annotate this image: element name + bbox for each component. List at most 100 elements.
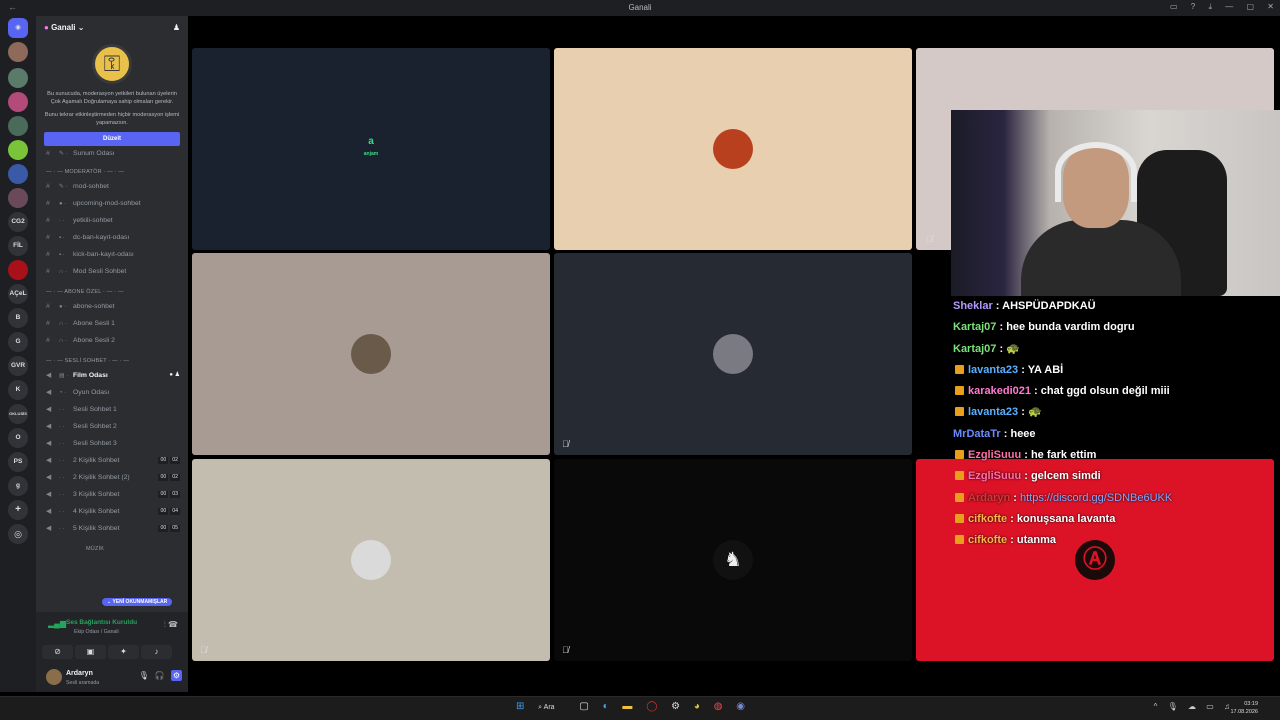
close-icon[interactable]: ✕ <box>1267 2 1274 11</box>
chat-link[interactable]: https://discord.gg/SDNBe6UKK <box>1020 492 1172 504</box>
voice-channel-item[interactable]: ◀ · · 5 Kişilik Sohbet 00 05 <box>36 520 188 537</box>
username[interactable]: Ardaryn <box>66 670 93 677</box>
opera-icon[interactable]: ◯ <box>646 701 657 712</box>
server-icon[interactable]: OKLUSİS <box>8 404 28 424</box>
server-icon[interactable] <box>8 92 28 112</box>
inbox-icon[interactable]: ▭ <box>1170 2 1178 11</box>
voice-channel-item[interactable]: ◀ ◔ · Oyun Odası <box>36 384 188 401</box>
voice-channel-item[interactable]: ◀ · · 2 Kişilik Sohbet 00 02 <box>36 452 188 469</box>
channel-item[interactable]: # ∩ · Mod Sesli Sohbet <box>36 263 188 280</box>
video-tile[interactable] <box>192 253 550 455</box>
category-muzik[interactable]: MÜZİK <box>36 542 188 555</box>
discord-icon[interactable]: ◉ <box>736 701 745 712</box>
edge-icon[interactable]: ◐ <box>603 701 609 712</box>
server-icon[interactable]: O <box>8 428 28 448</box>
video-tile[interactable]: a anjam <box>192 48 550 250</box>
user-count-badge: 00 02 <box>158 474 180 482</box>
server-icon[interactable] <box>8 164 28 184</box>
volume-icon[interactable]: ♫ <box>1224 702 1230 711</box>
maximize-icon[interactable]: ▢ <box>1247 2 1255 11</box>
server-icon[interactable] <box>8 116 28 136</box>
server-icon[interactable] <box>8 68 28 88</box>
category-sesli[interactable]: — · — SESLİ SOHBET · — · — <box>36 354 188 367</box>
voice-status[interactable]: Ses Bağlantısı Kuruldu <box>66 619 137 626</box>
guild-name: Ganali <box>51 23 76 32</box>
microphone-icon[interactable]: 🎙 <box>139 671 149 680</box>
channel-item[interactable]: # ∩ · Abone Sesli 2 <box>36 332 188 349</box>
discord-home-icon[interactable]: ◉ <box>8 18 28 38</box>
channel-item[interactable]: # ● · upcoming-mod-sohbet <box>36 195 188 212</box>
mic-icon[interactable]: 🎙 <box>1168 702 1178 711</box>
voice-channel-item[interactable]: ◀ · · 2 Kişilik Sohbet (2) 00 02 <box>36 469 188 486</box>
video-tile[interactable]: 🎙̸ <box>192 459 550 661</box>
settings-icon[interactable]: ⚙ <box>671 701 680 712</box>
channel-item[interactable]: # ∩ · Abone Sesli 1 <box>36 315 188 332</box>
task-view-icon[interactable]: ▢ <box>579 701 588 712</box>
category-abone[interactable]: — · — ABONE ÖZEL · — · — <box>36 285 188 298</box>
channel-item[interactable]: # ✎ · Sunum Odası <box>36 150 188 160</box>
channel-actions-icon[interactable]: ● ♟ <box>169 367 180 384</box>
disconnect-icon[interactable]: ☎ <box>168 620 178 629</box>
channel-item[interactable]: # · · yetkili-sohbet <box>36 212 188 229</box>
taskbar-apps: ⊞ ⌕ Ara ▢ ◐ ▬ ◯ ⚙ ◕ ◍ ◉ <box>516 701 756 712</box>
channel-item[interactable]: # ✎ · mod-sohbet <box>36 178 188 195</box>
headphones-icon[interactable]: 🎧 <box>155 671 165 680</box>
discover-icon[interactable]: ◎ <box>8 524 28 544</box>
camera-off-icon[interactable]: ⊘ <box>42 645 73 659</box>
voice-channel-item[interactable]: ◀ · · 4 Kişilik Sohbet 00 04 <box>36 503 188 520</box>
video-tile[interactable]: ♞ 🎙̸ <box>554 459 912 661</box>
voice-channel-item[interactable]: ◀ · · Sesli Sohbet 2 <box>36 418 188 435</box>
server-icon[interactable]: CG2 <box>8 212 28 232</box>
voice-channel-item[interactable]: ◀ · · Sesli Sohbet 3 <box>36 435 188 452</box>
guild-header[interactable]: ● Ganali ⌄ ♟ <box>36 16 188 40</box>
server-icon[interactable]: B <box>8 308 28 328</box>
minimize-icon[interactable]: — <box>1225 2 1233 11</box>
category-moderator[interactable]: — · — MODERATÖR · — · — <box>36 165 188 178</box>
fix-button[interactable]: Düzelt <box>44 132 180 147</box>
server-icon[interactable]: GVR <box>8 356 28 376</box>
chrome-icon[interactable]: ◕ <box>694 701 700 712</box>
soundboard-icon[interactable]: ♪ <box>141 645 172 659</box>
noise-suppression-icon[interactable]: ⫶ <box>164 620 166 629</box>
screen-share-icon[interactable]: ▣ <box>75 645 106 659</box>
download-icon[interactable]: ⤓ <box>1208 2 1212 11</box>
help-icon[interactable]: ? <box>1191 2 1195 11</box>
onedrive-icon[interactable]: ☁ <box>1188 702 1196 711</box>
invite-icon[interactable]: ♟ <box>173 23 180 32</box>
avatar[interactable] <box>46 669 62 685</box>
server-icon[interactable] <box>8 188 28 208</box>
voice-channel-item[interactable]: ◀ · · Sesli Sohbet 1 <box>36 401 188 418</box>
chat-message: cifkofte : konuşsana lavanta <box>953 509 1273 530</box>
search-button[interactable]: ⌕ Ara <box>538 704 565 711</box>
network-icon[interactable]: ▭ <box>1206 702 1214 711</box>
chat-username: EzgliSuuu <box>968 470 1022 483</box>
voice-location[interactable]: Ekip Odası / Ganali <box>74 629 119 635</box>
server-icon[interactable]: PS <box>8 452 28 472</box>
chat-message: Sheklar : AHSPÜDAPDKAÜ <box>953 300 1096 312</box>
activities-icon[interactable]: ✦ <box>108 645 139 659</box>
server-icon[interactable]: G <box>8 332 28 352</box>
server-icon[interactable]: AÇeL <box>8 284 28 304</box>
video-tile[interactable] <box>554 48 912 250</box>
clock[interactable]: 03:19 17.08.2026 <box>1230 700 1258 716</box>
channel-item[interactable]: # ▪ · dc-ban-kayıt-odası <box>36 229 188 246</box>
folder-icon[interactable]: ▬ <box>622 701 632 712</box>
server-icon[interactable]: K <box>8 380 28 400</box>
chevron-up-icon[interactable]: ^ <box>1154 702 1158 711</box>
video-tile[interactable]: 🎙̸ <box>554 253 912 455</box>
server-icon[interactable]: FİL <box>8 236 28 256</box>
voice-channel-item[interactable]: ◀ · · 3 Kişilik Sohbet 00 03 <box>36 486 188 503</box>
channel-item[interactable]: # ● · abone-sohbet <box>36 298 188 315</box>
server-icon[interactable]: g <box>8 476 28 496</box>
channel-item[interactable]: # ▪ · kick-ban-kayıt-odası <box>36 246 188 263</box>
windows-start-icon[interactable]: ⊞ <box>516 701 524 712</box>
new-unread-pill[interactable]: ⌄ YENİ OKUNMAMIŞLAR <box>102 598 173 606</box>
subscriber-badge-icon <box>955 450 964 460</box>
server-icon[interactable] <box>8 42 28 62</box>
app-icon[interactable]: ◍ <box>714 701 723 712</box>
server-icon[interactable] <box>8 140 28 160</box>
gear-icon[interactable]: ⚙ <box>170 670 182 681</box>
voice-channel-item[interactable]: ◀ ▤ · Film Odası ● ♟ <box>36 367 188 384</box>
server-icon[interactable] <box>8 260 28 280</box>
add-server-icon[interactable]: + <box>8 500 28 520</box>
